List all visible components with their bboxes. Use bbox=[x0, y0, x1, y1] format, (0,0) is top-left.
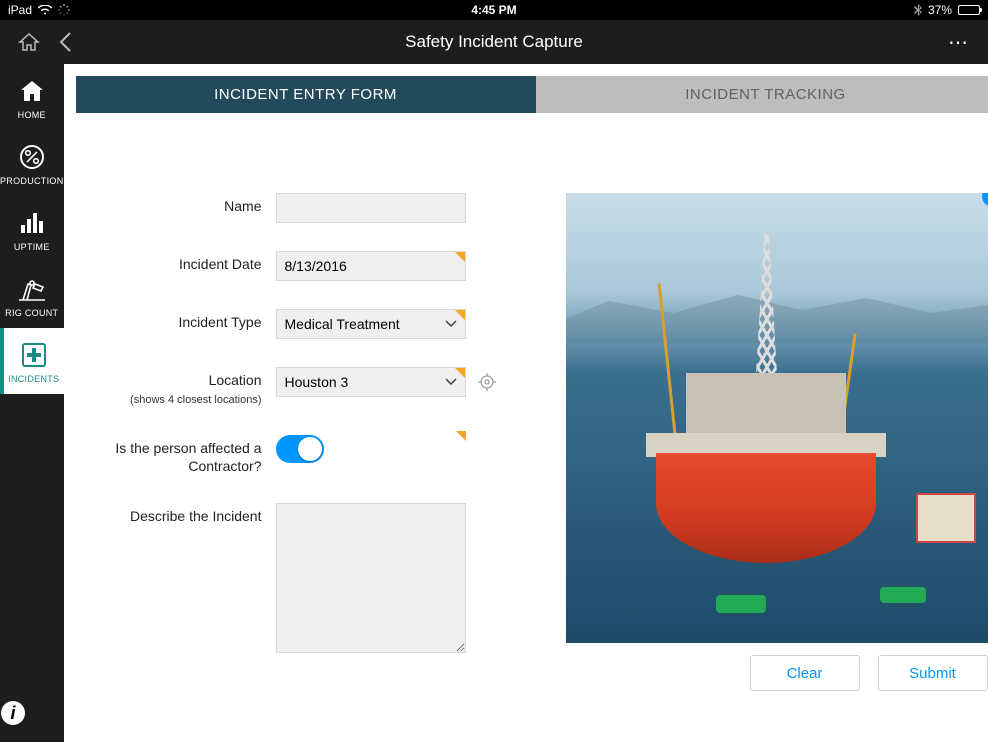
device-label: iPad bbox=[8, 3, 32, 17]
percent-icon bbox=[0, 142, 64, 172]
chevron-down-icon bbox=[445, 378, 457, 386]
name-input[interactable] bbox=[276, 193, 466, 223]
bar-chart-icon bbox=[0, 208, 64, 238]
tab-incident-entry[interactable]: INCIDENT ENTRY FORM bbox=[76, 76, 536, 113]
wifi-icon bbox=[38, 5, 52, 15]
incident-type-label: Incident Type bbox=[76, 309, 276, 332]
tab-bar: INCIDENT ENTRY FORM INCIDENT TRACKING bbox=[76, 76, 988, 113]
incident-date-label: Incident Date bbox=[76, 251, 276, 274]
page-title: Safety Incident Capture bbox=[405, 32, 583, 52]
required-corner-icon bbox=[455, 310, 465, 320]
describe-label: Describe the Incident bbox=[76, 503, 276, 526]
locate-icon[interactable] bbox=[478, 373, 496, 391]
ios-status-bar: iPad 4:45 PM 37% bbox=[0, 0, 988, 20]
contractor-toggle[interactable] bbox=[276, 435, 324, 463]
sidebar-item-rig-count[interactable]: RIG COUNT bbox=[0, 262, 64, 328]
home-nav-icon[interactable] bbox=[18, 32, 40, 52]
sidebar-item-label: PRODUCTION bbox=[0, 176, 64, 186]
main-content: INCIDENT ENTRY FORM INCIDENT TRACKING Na… bbox=[64, 64, 988, 742]
clear-button[interactable]: Clear bbox=[750, 655, 860, 691]
sidebar-item-label: INCIDENTS bbox=[4, 374, 64, 384]
location-select[interactable]: Houston 3 bbox=[276, 367, 466, 397]
chevron-down-icon bbox=[445, 320, 457, 328]
medical-plus-icon bbox=[4, 340, 64, 370]
incident-date-field[interactable]: 8/13/2016 bbox=[276, 251, 466, 281]
more-menu-icon[interactable]: ⋯ bbox=[948, 30, 988, 55]
back-icon[interactable] bbox=[58, 31, 72, 53]
name-label: Name bbox=[76, 193, 276, 216]
sidebar: HOME PRODUCTION UPTIME RIG COUNT INCIDEN… bbox=[0, 64, 64, 742]
sidebar-item-label: UPTIME bbox=[0, 242, 64, 252]
required-corner-icon bbox=[455, 252, 465, 262]
required-corner-icon bbox=[455, 368, 465, 378]
incident-type-value: Medical Treatment bbox=[285, 316, 400, 332]
loading-spinner-icon bbox=[58, 4, 70, 16]
sidebar-item-label: HOME bbox=[0, 110, 64, 120]
submit-button[interactable]: Submit bbox=[878, 655, 988, 691]
app-title-bar: Safety Incident Capture ⋯ bbox=[0, 20, 988, 64]
info-icon: i bbox=[0, 700, 64, 726]
battery-icon bbox=[958, 5, 980, 15]
bluetooth-icon bbox=[914, 4, 922, 16]
sidebar-item-uptime[interactable]: UPTIME bbox=[0, 196, 64, 262]
form-actions: Clear Submit bbox=[566, 643, 988, 703]
battery-percent: 37% bbox=[928, 3, 952, 17]
sidebar-item-home[interactable]: HOME bbox=[0, 64, 64, 130]
status-time: 4:45 PM bbox=[471, 3, 516, 17]
location-value: Houston 3 bbox=[285, 374, 349, 390]
rig-photo[interactable]: 1 bbox=[566, 193, 988, 643]
sidebar-item-production[interactable]: PRODUCTION bbox=[0, 130, 64, 196]
required-corner-icon bbox=[456, 431, 466, 441]
location-label: Location (shows 4 closest locations) bbox=[76, 367, 276, 407]
contractor-label: Is the person affected a Contractor? bbox=[76, 435, 276, 475]
incident-date-value: 8/13/2016 bbox=[285, 258, 347, 274]
describe-textarea[interactable] bbox=[276, 503, 466, 653]
tab-incident-tracking[interactable]: INCIDENT TRACKING bbox=[536, 76, 988, 113]
sidebar-item-label: RIG COUNT bbox=[0, 308, 64, 318]
home-icon bbox=[0, 76, 64, 106]
sidebar-item-incidents[interactable]: INCIDENTS bbox=[0, 328, 64, 394]
oil-rig-icon bbox=[0, 274, 64, 304]
incident-type-select[interactable]: Medical Treatment bbox=[276, 309, 466, 339]
image-pane: 1 Clear Submit bbox=[566, 193, 988, 742]
incident-form: Name Incident Date 8/13/2016 I bbox=[76, 193, 536, 742]
image-count-badge: 1 bbox=[982, 193, 988, 207]
sidebar-info-button[interactable]: i bbox=[0, 684, 64, 742]
